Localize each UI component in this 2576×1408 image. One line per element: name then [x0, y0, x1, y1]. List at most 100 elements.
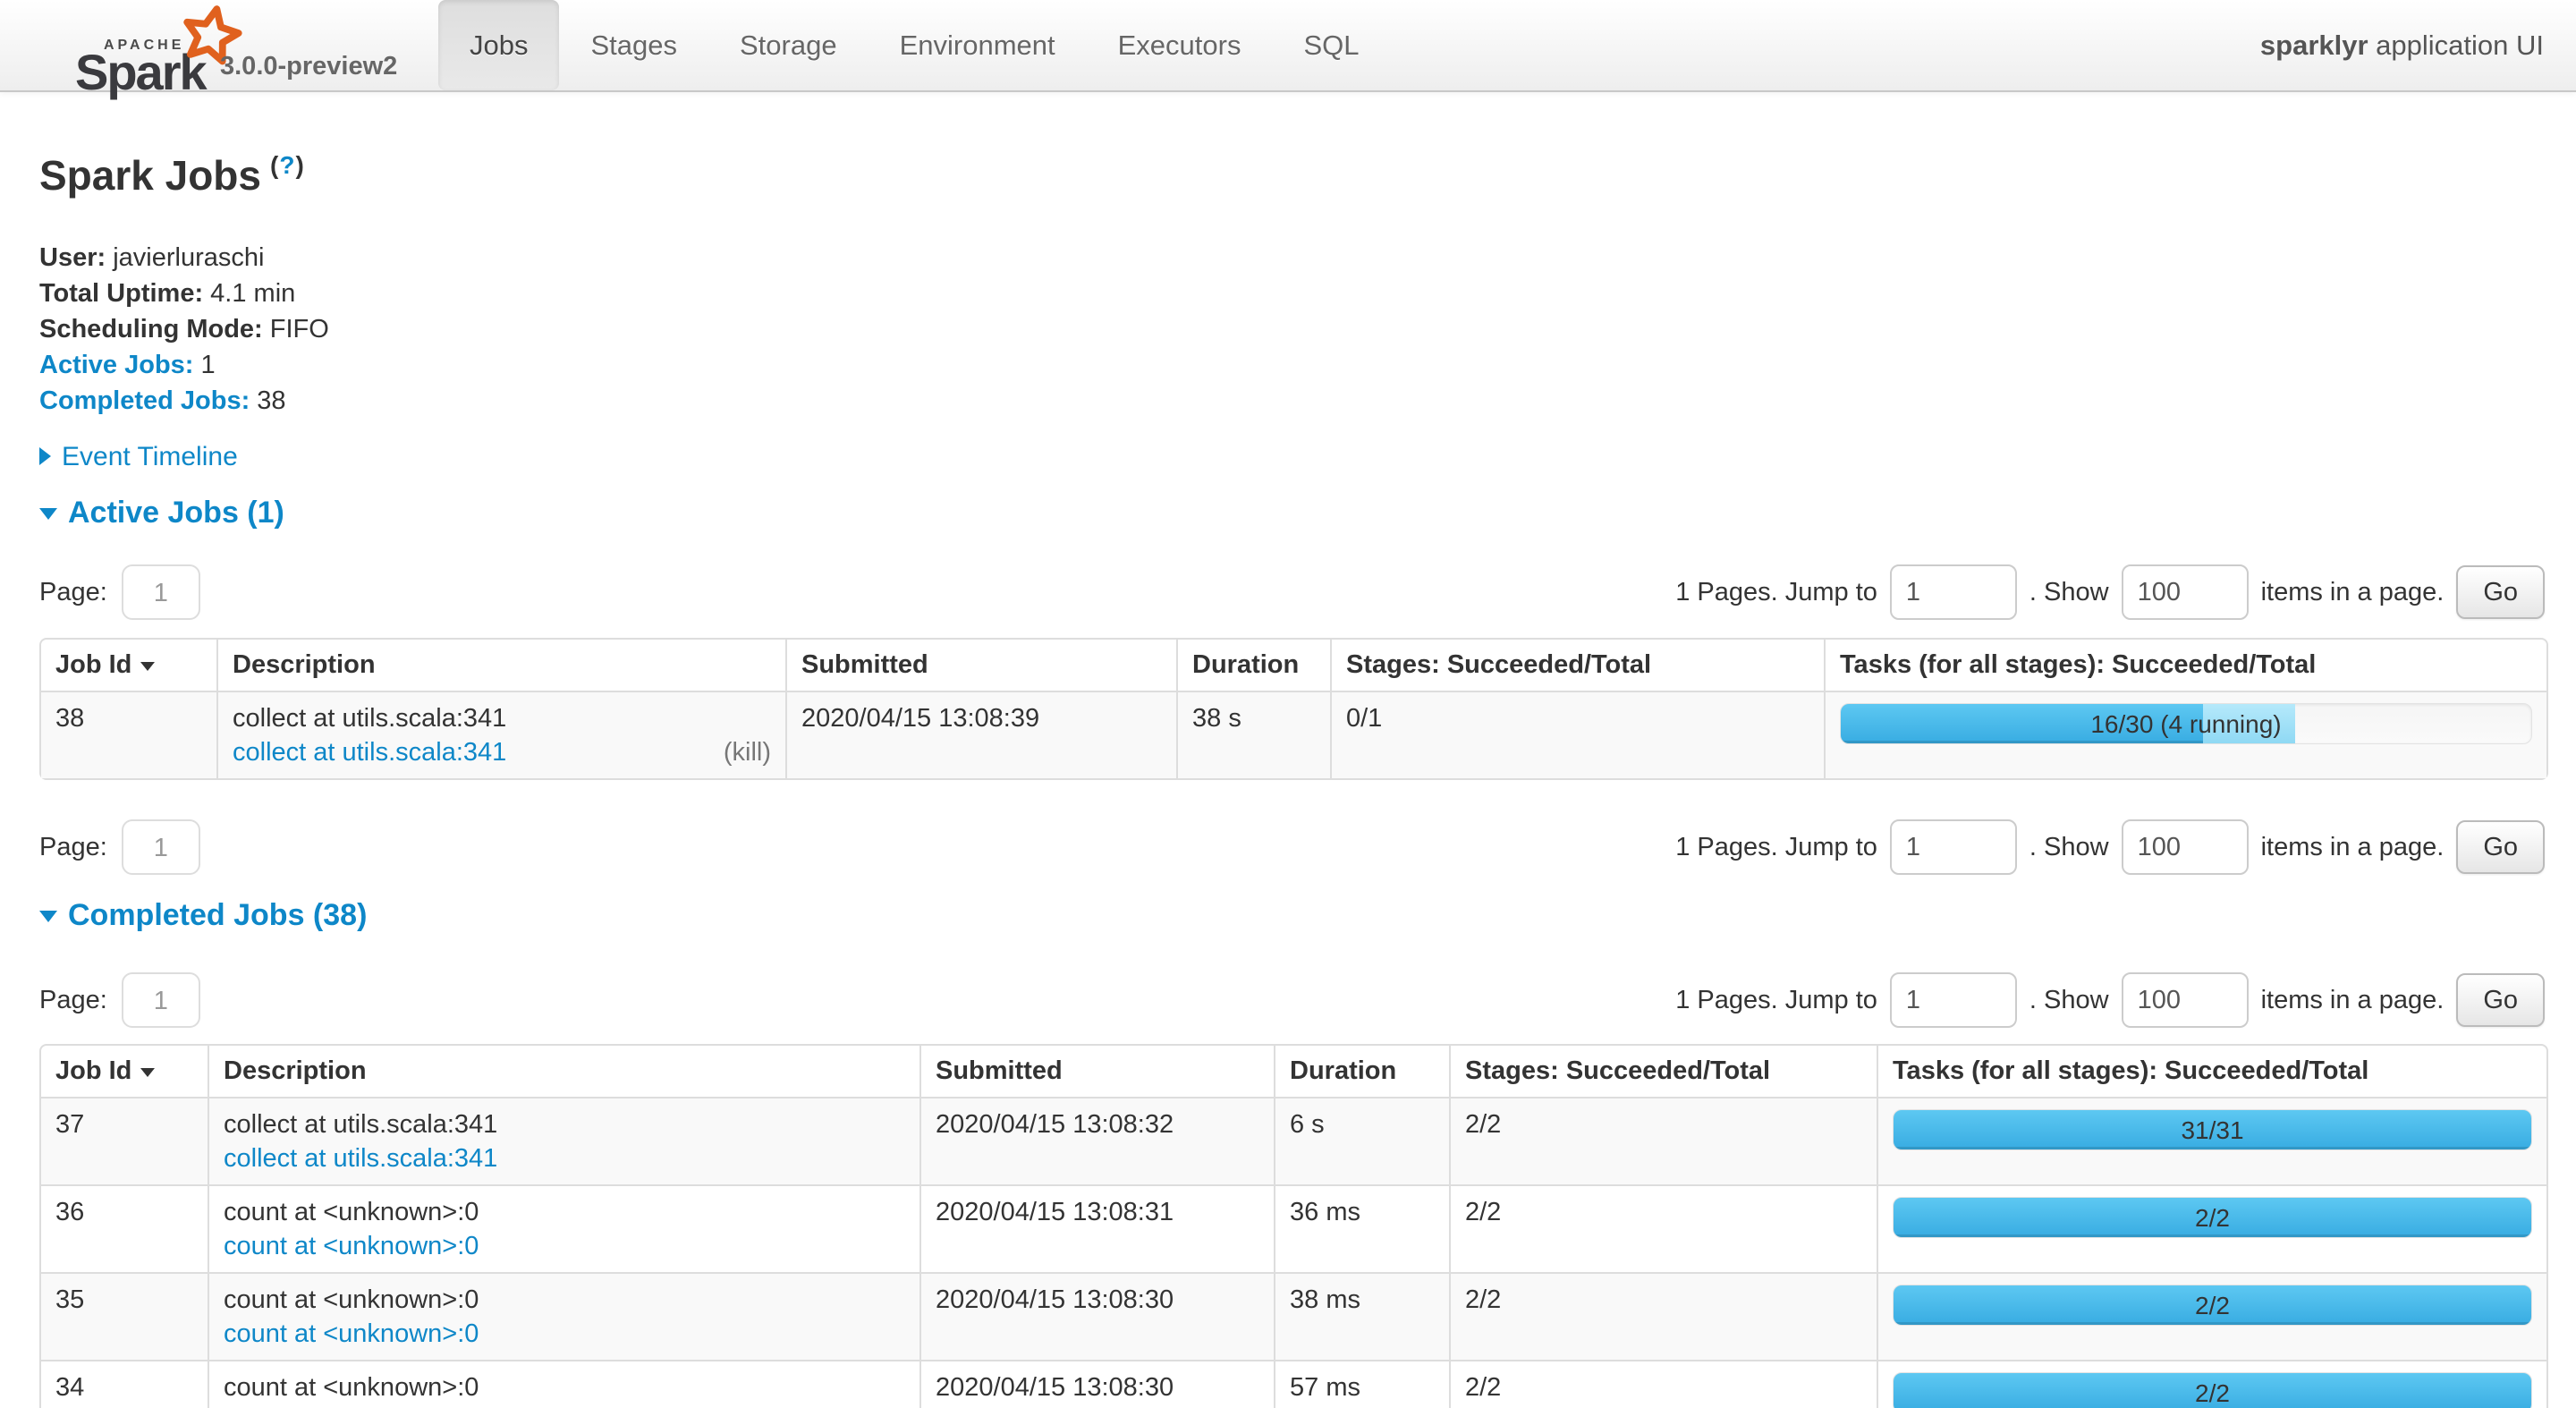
column-header-stages-succeeded-total[interactable]: Stages: Succeeded/Total — [1449, 1046, 1877, 1097]
progress-label: 2/2 — [1894, 1198, 2531, 1238]
column-header-duration[interactable]: Duration — [1274, 1046, 1449, 1097]
job-row-35: 35count at <unknown>:0count at <unknown>… — [41, 1272, 2546, 1360]
stages-cell: 0/1 — [1330, 691, 1824, 778]
page-label: Page: — [39, 833, 107, 862]
progress-label: 2/2 — [1894, 1285, 2531, 1326]
collapse-arrow-icon — [39, 911, 57, 922]
page-title: Spark Jobs(?) — [39, 142, 2545, 199]
job-id-cell: 37 — [41, 1097, 208, 1184]
jump-to-page-input[interactable] — [1890, 972, 2017, 1028]
spark-version-label: 3.0.0-preview2 — [220, 52, 397, 81]
summary-active-jobs: Active Jobs: 1 — [39, 347, 2545, 383]
submitted-cell: 2020/04/15 13:08:30 — [919, 1272, 1274, 1360]
items-per-page-text: items in a page. — [2261, 986, 2445, 1015]
summary-uptime: Total Uptime: 4.1 min — [39, 276, 2545, 311]
active-jobs-table: Job IdDescriptionSubmittedDurationStages… — [39, 638, 2548, 780]
job-description-text: count at <unknown>:0 — [224, 1195, 905, 1229]
items-per-page-input[interactable] — [2122, 819, 2249, 875]
nav-tab-stages[interactable]: Stages — [559, 0, 708, 90]
task-progress-bar: 2/2 — [1893, 1285, 2532, 1326]
duration-cell: 38 s — [1176, 691, 1330, 778]
go-button[interactable]: Go — [2456, 820, 2545, 874]
stages-cell: 2/2 — [1449, 1272, 1877, 1360]
page-number-button[interactable]: 1 — [122, 972, 200, 1028]
column-header-job-id[interactable]: Job Id — [41, 640, 216, 691]
column-header-tasks-for-all-stages-succeeded-total[interactable]: Tasks (for all stages): Succeeded/Total — [1824, 640, 2546, 691]
page-number-button[interactable]: 1 — [122, 819, 200, 875]
expand-arrow-icon — [39, 447, 51, 465]
show-text: . Show — [2029, 833, 2109, 862]
summary-scheduling-mode: Scheduling Mode: FIFO — [39, 311, 2545, 347]
page-label: Page: — [39, 578, 107, 607]
progress-label: 16/30 (4 running) — [1841, 704, 2531, 744]
task-progress-bar: 2/2 — [1893, 1372, 2532, 1408]
nav-tab-executors[interactable]: Executors — [1087, 0, 1273, 90]
application-name: sparklyr — [2260, 30, 2368, 61]
completed-jobs-table: Job IdDescriptionSubmittedDurationStages… — [39, 1044, 2548, 1408]
completed-jobs-section-header[interactable]: Completed Jobs (38) — [39, 898, 2545, 933]
job-row-38: 38 collect at utils.scala:341collect at u… — [41, 691, 2546, 778]
active-jobs-section-header[interactable]: Active Jobs (1) — [39, 496, 2545, 530]
job-description-link[interactable]: count at <unknown>:0 — [224, 1317, 479, 1351]
tasks-cell: 2/2 — [1877, 1272, 2546, 1360]
job-description-link[interactable]: collect at utils.scala:341 — [224, 1141, 497, 1175]
column-header-description[interactable]: Description — [208, 1046, 919, 1097]
show-text: . Show — [2029, 578, 2109, 607]
application-title: sparklyr application UI — [2260, 0, 2544, 90]
active-jobs-pagination-bottom: Page: 1 1 Pages. Jump to . Show items in… — [39, 819, 2545, 875]
column-header-duration[interactable]: Duration — [1176, 640, 1330, 691]
nav-tab-sql[interactable]: SQL — [1272, 0, 1390, 90]
help-icon[interactable]: (?) — [270, 151, 305, 179]
kill-link[interactable]: (kill) — [724, 735, 771, 769]
active-jobs-link[interactable]: Active Jobs: — [39, 351, 193, 379]
job-row-34: 34count at <unknown>:0count at <unknown>… — [41, 1360, 2546, 1408]
job-id-cell: 34 — [41, 1360, 208, 1408]
description-cell: count at <unknown>:0count at <unknown>:0 — [208, 1360, 919, 1408]
progress-label: 2/2 — [1894, 1373, 2531, 1408]
nav-tab-environment[interactable]: Environment — [869, 0, 1087, 90]
tasks-cell: 31/31 — [1877, 1097, 2546, 1184]
job-row-37: 37collect at utils.scala:341collect at u… — [41, 1097, 2546, 1184]
progress-label: 31/31 — [1894, 1110, 2531, 1150]
go-button[interactable]: Go — [2456, 973, 2545, 1027]
pages-count-text: 1 Pages. Jump to — [1675, 578, 1877, 607]
job-description-link[interactable]: count at <unknown>:0 — [224, 1229, 479, 1263]
page-label: Page: — [39, 986, 107, 1015]
items-per-page-text: items in a page. — [2261, 578, 2445, 607]
collapse-arrow-icon — [39, 508, 57, 520]
job-row-36: 36count at <unknown>:0count at <unknown>… — [41, 1184, 2546, 1272]
column-header-tasks-for-all-stages-succeeded-total[interactable]: Tasks (for all stages): Succeeded/Total — [1877, 1046, 2546, 1097]
description-cell: collect at utils.scala:341collect at uti… — [208, 1097, 919, 1184]
job-description-text: collect at utils.scala:341 — [233, 701, 771, 735]
jump-to-page-input[interactable] — [1890, 819, 2017, 875]
nav-tab-storage[interactable]: Storage — [708, 0, 869, 90]
stages-cell: 2/2 — [1449, 1184, 1877, 1272]
page-number-button[interactable]: 1 — [122, 564, 200, 620]
duration-cell: 6 s — [1274, 1097, 1449, 1184]
items-per-page-input[interactable] — [2122, 564, 2249, 620]
go-button[interactable]: Go — [2456, 565, 2545, 619]
job-summary-list: User: javierluraschi Total Uptime: 4.1 m… — [39, 240, 2545, 419]
event-timeline-toggle[interactable]: Event Timeline — [39, 442, 2545, 472]
items-per-page-input[interactable] — [2122, 972, 2249, 1028]
task-progress-bar: 16/30 (4 running) — [1840, 703, 2532, 744]
job-description-text: count at <unknown>:0 — [224, 1283, 905, 1317]
submitted-cell: 2020/04/15 13:08:32 — [919, 1097, 1274, 1184]
column-header-submitted[interactable]: Submitted — [785, 640, 1176, 691]
nav-tab-jobs[interactable]: Jobs — [438, 0, 559, 90]
items-per-page-text: items in a page. — [2261, 833, 2445, 862]
tasks-cell: 2/2 — [1877, 1184, 2546, 1272]
job-description-link[interactable]: count at <unknown>:0 — [224, 1404, 479, 1408]
job-id-cell: 38 — [41, 691, 216, 778]
job-description-link[interactable]: collect at utils.scala:341 — [233, 735, 506, 769]
pages-count-text: 1 Pages. Jump to — [1675, 986, 1877, 1015]
stages-cell: 2/2 — [1449, 1097, 1877, 1184]
column-header-stages-succeeded-total[interactable]: Stages: Succeeded/Total — [1330, 640, 1824, 691]
column-header-job-id[interactable]: Job Id — [41, 1046, 208, 1097]
summary-completed-jobs: Completed Jobs: 38 — [39, 383, 2545, 419]
column-header-submitted[interactable]: Submitted — [919, 1046, 1274, 1097]
column-header-description[interactable]: Description — [216, 640, 785, 691]
jump-to-page-input[interactable] — [1890, 564, 2017, 620]
description-cell: count at <unknown>:0count at <unknown>:0 — [208, 1272, 919, 1360]
completed-jobs-link[interactable]: Completed Jobs: — [39, 386, 250, 415]
